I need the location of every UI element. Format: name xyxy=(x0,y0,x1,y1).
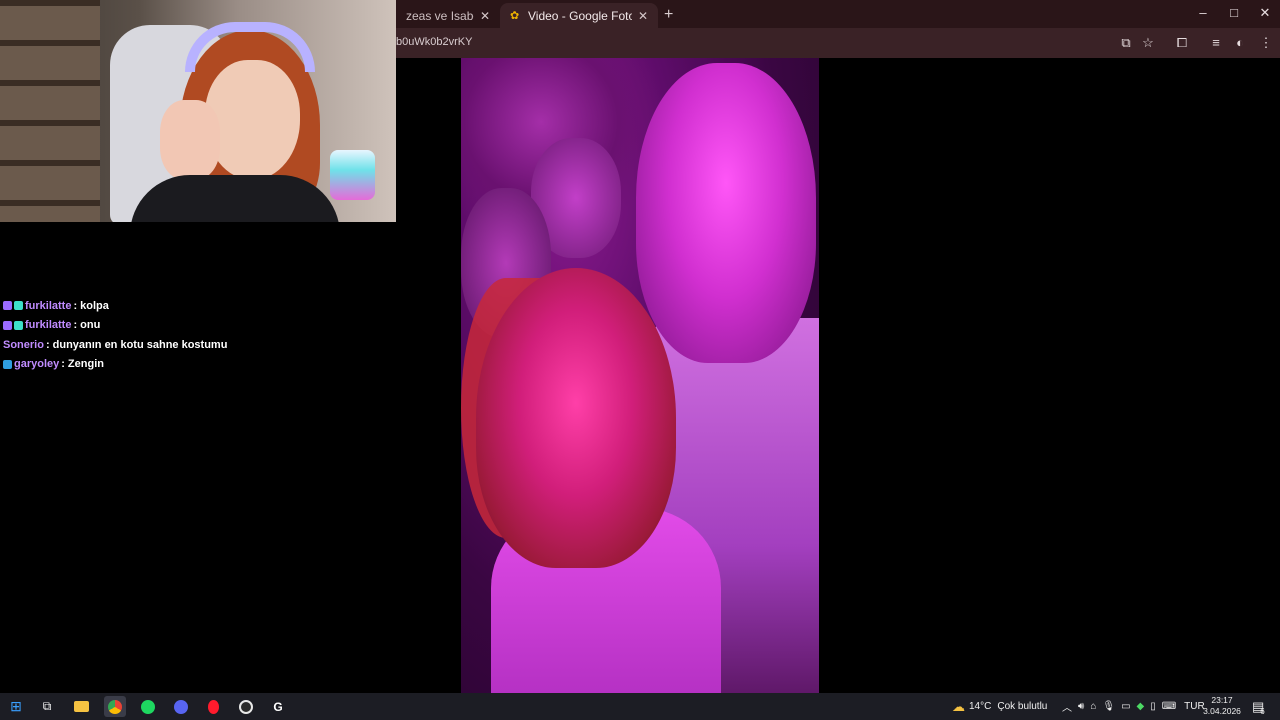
chat-message: furkilatte : kolpa xyxy=(3,296,403,316)
microphone-icon[interactable]: 🎙︎ xyxy=(1102,701,1115,712)
weather-desc: Çok bulutlu xyxy=(997,701,1048,712)
tab-label: zeas ve Isabella: Aşk ve xyxy=(406,8,474,23)
minimize-button[interactable]: – xyxy=(1188,5,1218,20)
chat-text: kolpa xyxy=(80,299,109,312)
clock-time: 23:17 xyxy=(1211,695,1233,705)
person-man xyxy=(636,63,816,363)
url-text[interactable]: b0uWk0b2vrKY xyxy=(396,36,472,48)
chat-username: furkilatte xyxy=(25,299,72,312)
spotify-icon[interactable] xyxy=(137,696,159,717)
streamer-body xyxy=(130,175,340,222)
weather-widget[interactable]: ☁ 14°C Çok bulutlu xyxy=(952,693,1047,720)
streamer-hand xyxy=(160,100,220,180)
logitech-icon[interactable]: G xyxy=(267,696,289,717)
security-icon[interactable]: ◆ xyxy=(1137,701,1145,712)
bookshelf xyxy=(0,0,100,222)
tab-isabella[interactable]: zeas ve Isabella: Aşk ve ✕ xyxy=(396,3,500,28)
cloudy-weather-icon: ☁ xyxy=(952,698,965,714)
chat-separator: : xyxy=(45,338,50,351)
keyboard-icon[interactable]: ⌨ xyxy=(1162,701,1176,712)
close-window-button[interactable]: ✕ xyxy=(1250,5,1280,21)
network-icon[interactable]: ⌂ xyxy=(1090,701,1096,712)
volume-icon[interactable]: 🔊︎ xyxy=(1078,701,1084,712)
install-app-icon[interactable]: ⧉ xyxy=(1118,35,1134,51)
chat-separator: : xyxy=(73,299,78,312)
video-player[interactable] xyxy=(461,58,819,693)
taskbar: ⊞ ⧉ G ☁ 14°C Çok bulutlu ︿ 🔊︎ ⌂ 🎙︎ ▭ ◆ ▯… xyxy=(0,693,1280,720)
obs-icon[interactable] xyxy=(235,696,257,717)
windows-start-icon[interactable]: ⊞ xyxy=(5,696,27,717)
battery-icon[interactable]: ▯ xyxy=(1150,701,1156,712)
chat-username: garyoley xyxy=(14,358,60,371)
maximize-button[interactable]: □ xyxy=(1219,5,1249,20)
new-tab-button[interactable]: + xyxy=(664,6,673,24)
chat-message: garyoley : Zengin xyxy=(3,355,403,375)
media-control-icon[interactable]: ≡ xyxy=(1208,35,1224,50)
chat-text: onu xyxy=(80,319,101,332)
chat-username: furkilatte xyxy=(25,319,72,332)
address-bar[interactable]: b0uWk0b2vrKY ⧉ ☆ ⧠ ≡ ◐ ⋮ xyxy=(396,28,1280,58)
profile-avatar-icon[interactable]: ◐ xyxy=(1232,35,1248,50)
chat-text: dunyanın en kotu sahne kostumu xyxy=(52,338,228,351)
notification-center[interactable]: ▤ 6 xyxy=(1252,693,1265,720)
clock-date: 3.04.2026 xyxy=(1203,706,1241,716)
tab-google-photos[interactable]: ✿ Video - Google Fotoğraflar ✕ xyxy=(500,3,658,28)
system-tray: ︿ 🔊︎ ⌂ 🎙︎ ▭ ◆ ▯ ⌨ TUR xyxy=(1062,693,1205,720)
close-icon[interactable]: ✕ xyxy=(638,9,648,23)
chat-message: Sonerio : dunyanın en kotu sahne kostumu xyxy=(3,335,403,355)
google-photos-icon: ✿ xyxy=(510,9,520,22)
extensions-icon[interactable]: ⧠ xyxy=(1174,35,1190,51)
display-icon[interactable]: ▭ xyxy=(1121,701,1130,712)
notification-count: 6 xyxy=(1260,707,1265,716)
opera-icon[interactable] xyxy=(202,696,224,717)
chat-separator: : xyxy=(61,358,65,371)
streamer-face xyxy=(205,60,300,180)
subscriber-badge-icon xyxy=(3,320,12,330)
chat-text: Zengin xyxy=(67,358,104,371)
chevron-up-icon[interactable]: ︿ xyxy=(1062,699,1072,714)
prime-badge-icon xyxy=(3,359,12,369)
gift-badge-icon xyxy=(14,320,23,330)
webcam-overlay xyxy=(0,0,396,222)
gift-badge-icon xyxy=(14,301,23,311)
discord-icon[interactable] xyxy=(170,696,192,717)
chat-overlay: furkilatte : kolpa furkilatte : onu Sone… xyxy=(3,296,403,374)
chat-message: furkilatte : onu xyxy=(3,316,403,336)
subscriber-badge-icon xyxy=(3,301,12,311)
microphone xyxy=(330,150,375,200)
person-woman xyxy=(476,268,676,568)
menu-dots-icon[interactable]: ⋮ xyxy=(1258,35,1274,51)
taskbar-clock[interactable]: 23:17 3.04.2026 xyxy=(1198,695,1246,717)
bookmark-star-icon[interactable]: ☆ xyxy=(1140,35,1156,51)
weather-temp: 14°C xyxy=(969,701,992,712)
chat-separator: : xyxy=(73,319,78,332)
close-icon[interactable]: ✕ xyxy=(480,9,490,23)
file-explorer-icon[interactable] xyxy=(70,696,92,717)
chat-username: Sonerio xyxy=(3,338,44,351)
task-view-icon[interactable]: ⧉ xyxy=(36,696,58,717)
desktop-screen: zeas ve Isabella: Aşk ve ✕ ✿ Video - Goo… xyxy=(0,0,1280,720)
tab-label: Video - Google Fotoğraflar xyxy=(528,8,632,23)
chrome-icon[interactable] xyxy=(104,696,126,717)
